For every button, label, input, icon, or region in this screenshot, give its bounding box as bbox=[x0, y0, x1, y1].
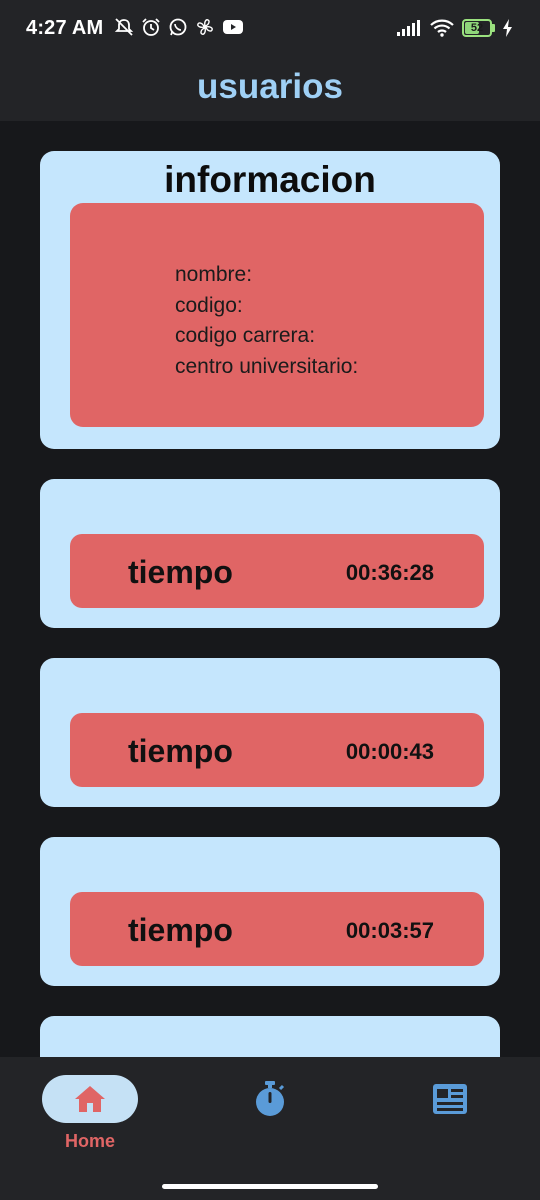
timer-value: 00:00:43 bbox=[345, 739, 434, 764]
nav-item-news[interactable] bbox=[400, 1075, 500, 1155]
wifi-icon bbox=[430, 19, 454, 37]
news-icon bbox=[433, 1084, 467, 1114]
signal-icon bbox=[397, 20, 420, 36]
timer-card[interactable]: tiempo 00:36:28 bbox=[40, 479, 500, 628]
timer-box: tiempo 00:03:57 bbox=[70, 892, 484, 966]
nav-item-timer[interactable] bbox=[220, 1075, 320, 1155]
stopwatch-icon bbox=[256, 1081, 285, 1116]
info-box: nombre: codigo: codigo carrera: centro u… bbox=[70, 203, 484, 427]
timer-card[interactable]: tiempo 00:03:57 bbox=[40, 837, 500, 986]
info-card: informacion nombre: codigo: codigo carre… bbox=[40, 151, 500, 449]
timer-value: 00:03:57 bbox=[345, 918, 434, 943]
charging-icon bbox=[503, 19, 512, 37]
info-line-nombre: nombre: bbox=[175, 263, 253, 286]
fan-icon bbox=[197, 19, 213, 35]
status-icons-left bbox=[114, 17, 244, 37]
info-line-centro: centro universitario: bbox=[175, 354, 359, 378]
nav-icon-wrap bbox=[222, 1075, 318, 1123]
timer-box: tiempo 00:00:43 bbox=[70, 713, 484, 787]
gesture-bar[interactable] bbox=[162, 1184, 378, 1189]
alarm-icon bbox=[142, 18, 160, 36]
battery-body: 52 bbox=[462, 19, 492, 37]
info-card-title: informacion bbox=[164, 159, 376, 200]
battery-level: 52 bbox=[470, 22, 484, 34]
timer-card[interactable]: tiempo 00:00:43 bbox=[40, 658, 500, 807]
content-list[interactable]: informacion nombre: codigo: codigo carre… bbox=[0, 121, 540, 1057]
battery-tip bbox=[492, 24, 495, 32]
timer-box: tiempo 00:36:28 bbox=[70, 534, 484, 608]
status-bar: 4:27 AM 52 bbox=[0, 0, 540, 58]
whatsapp-icon bbox=[169, 18, 187, 36]
info-line-codigo: codigo: bbox=[175, 293, 243, 317]
nav-icon-wrap bbox=[402, 1075, 498, 1123]
status-time: 4:27 AM bbox=[26, 17, 104, 39]
timer-label: tiempo bbox=[128, 554, 233, 590]
info-line-codigo-carrera: codigo carrera: bbox=[175, 324, 316, 347]
app-bar: usuarios bbox=[0, 58, 540, 121]
timer-card-partial[interactable] bbox=[40, 1016, 500, 1057]
screen: 4:27 AM 52 usuarios informacion nombre: … bbox=[0, 0, 540, 1200]
info-lines: nombre: codigo: codigo carrera: centro u… bbox=[175, 260, 358, 382]
mute-icon bbox=[114, 18, 134, 36]
timer-value: 00:36:28 bbox=[345, 560, 434, 585]
battery-icon: 52 bbox=[462, 19, 495, 37]
home-icon bbox=[75, 1086, 105, 1112]
timer-label: tiempo bbox=[128, 912, 233, 948]
bottom-nav: Home bbox=[0, 1057, 540, 1200]
status-icons-right: 52 bbox=[396, 18, 514, 38]
youtube-icon bbox=[223, 20, 243, 34]
nav-active-indicator bbox=[42, 1075, 138, 1123]
timer-label: tiempo bbox=[128, 733, 233, 769]
nav-item-home[interactable]: Home bbox=[40, 1075, 140, 1155]
nav-label-home: Home bbox=[64, 1131, 115, 1151]
page-title: usuarios bbox=[197, 66, 343, 106]
